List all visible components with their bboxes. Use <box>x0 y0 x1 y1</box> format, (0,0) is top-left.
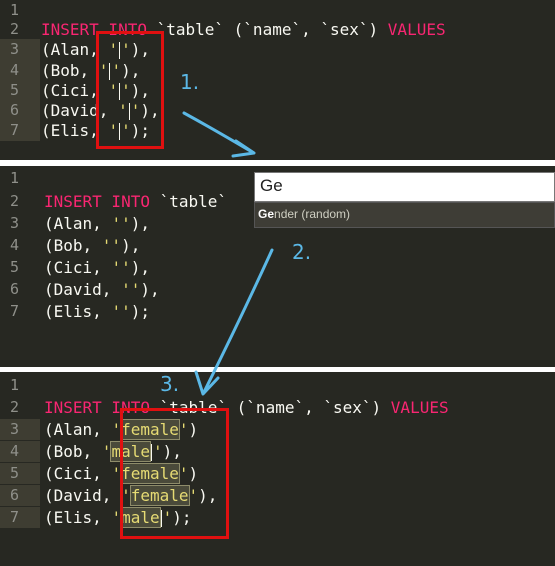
annotation-step3: 3. <box>160 372 180 396</box>
annotation-step1: 1. <box>180 70 200 94</box>
arrow-step2-line <box>202 248 274 394</box>
annotation-step2: 2. <box>292 240 312 264</box>
annotation-arrows <box>182 111 274 396</box>
